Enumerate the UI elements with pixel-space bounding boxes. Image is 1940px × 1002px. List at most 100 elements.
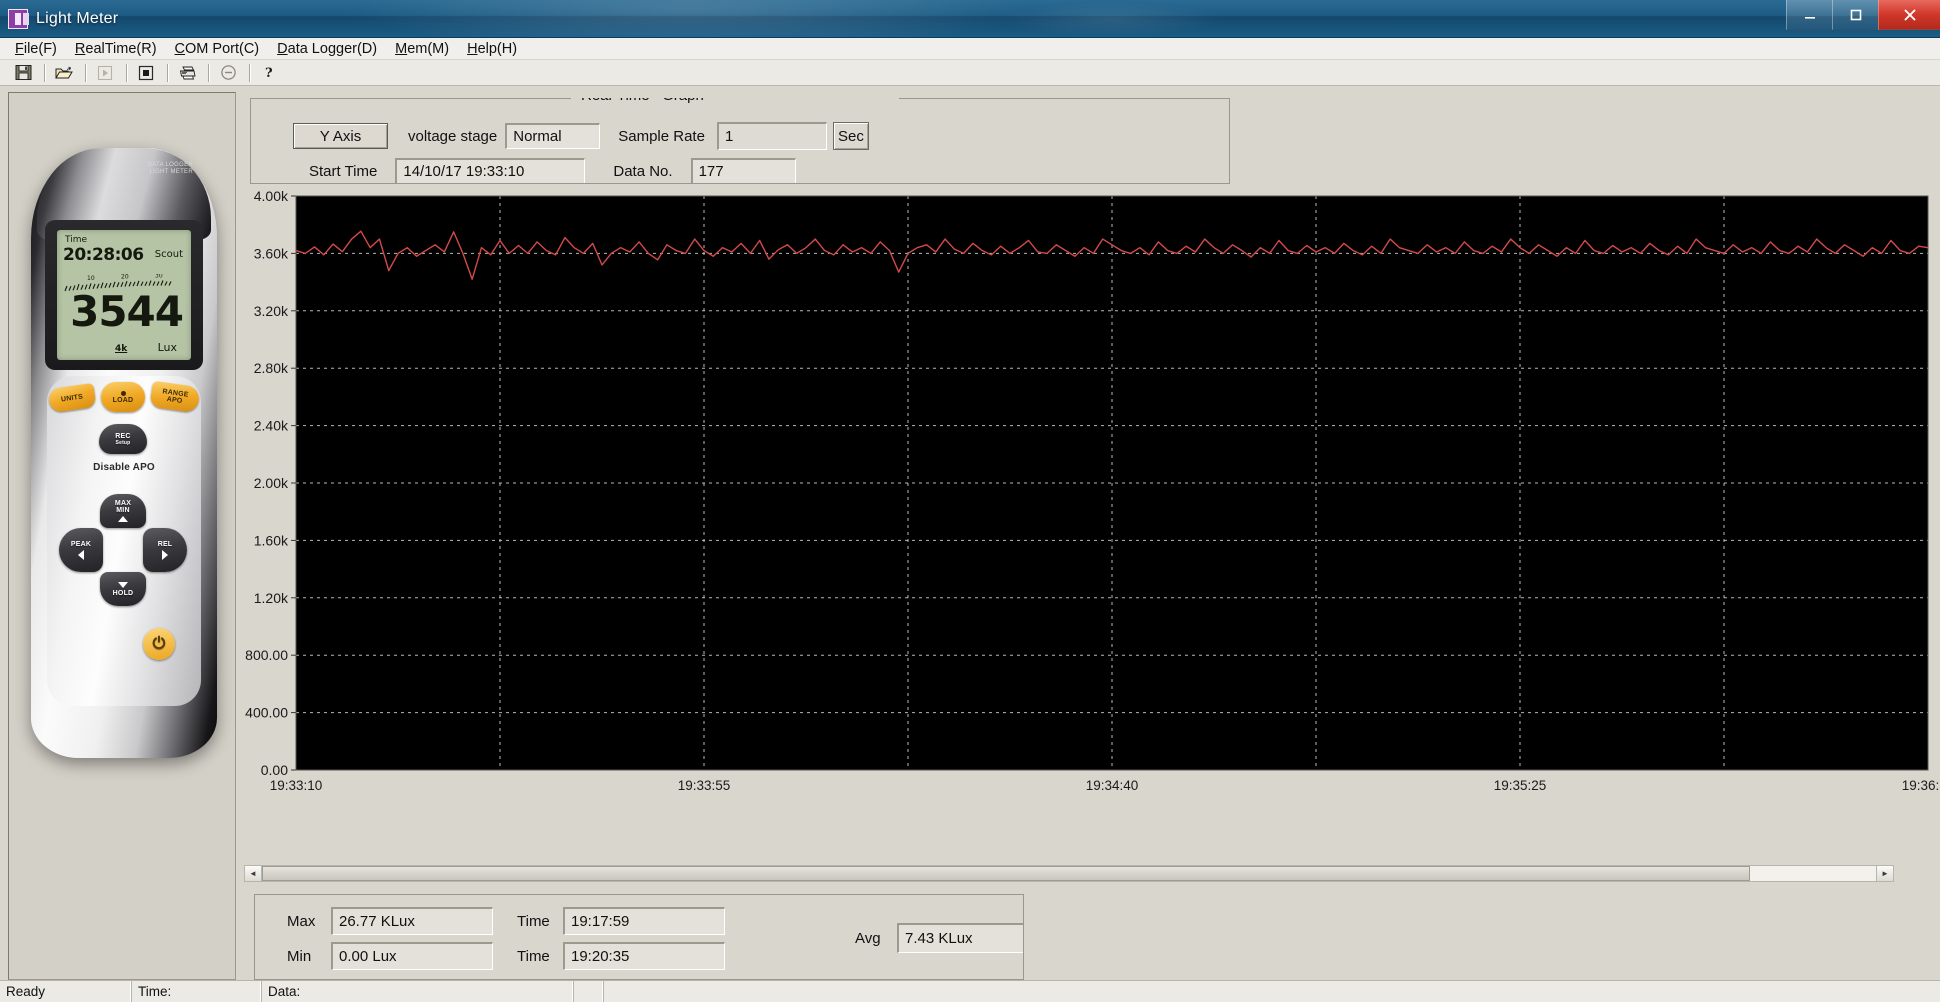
- voltage-stage-label: voltage stage: [408, 127, 498, 145]
- data-no-label: Data No.: [613, 162, 673, 180]
- range-apo-key[interactable]: RANGE APO: [149, 380, 201, 414]
- maxmin-key-label-bottom: MIN: [116, 507, 130, 514]
- menu-item-mem[interactable]: Mem(M): [386, 39, 458, 59]
- menu-item-realtime[interactable]: RealTime(R): [66, 39, 166, 59]
- power-key[interactable]: ⏻: [143, 628, 175, 660]
- device-keypad: UNITS LOAD RANGE APO REC Setup Disable A…: [47, 376, 201, 706]
- status-bar: Ready Time: Data:: [0, 980, 1940, 1002]
- menu-label-datalogger: ata Logger(D): [287, 40, 378, 57]
- settings-row-2: Start Time 14/10/17 19:33:10 Data No. 17…: [251, 158, 1229, 183]
- toolbar-separator: [208, 63, 209, 82]
- scroll-right-arrow[interactable]: ►: [1876, 866, 1893, 881]
- menu-bar: File(F) RealTime(R) COM Port(C) Data Log…: [0, 38, 1940, 60]
- peak-key[interactable]: PEAK: [59, 528, 103, 572]
- scroll-thumb[interactable]: [262, 866, 1751, 881]
- realtime-chart: 0.00 400.00 800.00 1.20k 1.60k 2.00k 2.40k 2.80…: [240, 190, 1940, 863]
- stop-icon[interactable]: [133, 62, 159, 84]
- zoom-out-icon[interactable]: [215, 62, 241, 84]
- chart-horizontal-scrollbar[interactable]: ◄ ►: [244, 865, 1894, 882]
- sample-rate-field[interactable]: 1: [716, 122, 827, 150]
- menu-item-help[interactable]: Help(H): [458, 39, 526, 59]
- menu-label-realtime: ealTime(R): [85, 40, 157, 57]
- device-image-panel: DATA LOGGER LIGHT METER Time 20:28:06 Sc…: [8, 92, 236, 980]
- svg-text:1.60k: 1.60k: [254, 532, 289, 548]
- status-time: Time:: [132, 981, 262, 1002]
- rel-key-label: REL: [157, 540, 173, 548]
- lcd-bezel: Time 20:28:06 Scout 10 20 30 3544 4k Lux: [45, 220, 203, 370]
- rel-key[interactable]: REL: [143, 528, 187, 572]
- load-key[interactable]: LOAD: [101, 382, 145, 412]
- sample-rate-unit-button[interactable]: Sec: [832, 122, 869, 150]
- svg-text:19:34:40: 19:34:40: [1086, 778, 1139, 793]
- max-time-label: Time: [517, 912, 550, 930]
- units-key-label: UNITS: [60, 393, 84, 403]
- lcd-time-value: 20:28:06: [63, 245, 144, 265]
- svg-text:20: 20: [121, 274, 129, 281]
- scroll-track[interactable]: [262, 866, 1876, 881]
- svg-text:19:35:25: 19:35:25: [1494, 778, 1547, 793]
- open-folder-icon[interactable]: [51, 62, 77, 84]
- start-time-field[interactable]: 14/10/17 19:33:10: [395, 158, 586, 183]
- minimize-button[interactable]: [1786, 0, 1832, 30]
- svg-text:2.00k: 2.00k: [254, 475, 289, 491]
- settings-row-1: Y Axis voltage stage Normal Sample Rate …: [251, 122, 1229, 150]
- menu-label-mem: em(M): [407, 40, 450, 57]
- status-spacer-1: [574, 981, 604, 1002]
- max-label: Max: [287, 912, 316, 930]
- avg-value-field[interactable]: 7.43 KLux: [897, 923, 1023, 953]
- voltage-stage-field[interactable]: Normal: [505, 123, 601, 149]
- close-button[interactable]: [1878, 0, 1940, 30]
- svg-text:1.20k: 1.20k: [254, 590, 289, 606]
- menu-item-file[interactable]: File(F): [6, 39, 66, 59]
- min-time-field[interactable]: 19:20:35: [563, 942, 725, 970]
- menu-item-comport[interactable]: COM Port(C): [166, 39, 269, 59]
- menu-label-comport: OM Port(C): [185, 40, 260, 57]
- data-no-field[interactable]: 177: [690, 158, 796, 183]
- svg-text:2.80k: 2.80k: [254, 360, 289, 376]
- application-window: Light Meter File(F) RealTime(R) COM Port…: [0, 0, 1940, 1002]
- stats-avg: Avg 7.43 KLux: [855, 923, 1023, 953]
- svg-text:4.00k: 4.00k: [254, 190, 289, 204]
- down-arrow-icon: [118, 581, 128, 588]
- help-icon[interactable]: ?: [256, 62, 282, 84]
- toolbar-separator: [44, 63, 45, 82]
- svg-text:800.00: 800.00: [245, 647, 288, 663]
- max-value-field[interactable]: 26.77 KLux: [331, 907, 493, 935]
- title-bar: Light Meter: [0, 0, 1940, 38]
- svg-text:19:33:10: 19:33:10: [270, 778, 323, 793]
- min-value-field[interactable]: 0.00 Lux: [331, 942, 493, 970]
- groupbox-top-border: [251, 98, 1229, 99]
- max-min-key[interactable]: MAX MIN: [100, 494, 146, 528]
- avg-label: Avg: [855, 929, 881, 947]
- lcd-time-label: Time: [65, 235, 88, 245]
- up-arrow-icon: [118, 516, 128, 522]
- toolbar: ?: [0, 60, 1940, 86]
- status-spacer-2: [604, 981, 1940, 1002]
- svg-text:10: 10: [87, 275, 95, 282]
- units-key[interactable]: UNITS: [47, 382, 97, 414]
- hold-key[interactable]: HOLD: [100, 572, 146, 606]
- max-time-field[interactable]: 19:17:59: [563, 907, 725, 935]
- menu-label-file: ile(F): [23, 40, 57, 57]
- svg-text:400.00: 400.00: [245, 705, 288, 721]
- svg-text:3.20k: 3.20k: [254, 303, 289, 319]
- menu-item-datalogger[interactable]: Data Logger(D): [268, 39, 386, 59]
- scroll-left-arrow[interactable]: ◄: [245, 866, 262, 881]
- brand-line-1: DATA LOGGER: [147, 162, 193, 168]
- statistics-group: Max 26.77 KLux Time 19:17:59 Min 0.00 Lu…: [254, 894, 1024, 980]
- lcd-mode-label: Scout: [154, 249, 183, 260]
- svg-text:19:36:10: 19:36:10: [1902, 778, 1940, 793]
- rec-setup-key[interactable]: REC Setup: [99, 424, 147, 454]
- svg-text:?: ?: [265, 66, 273, 81]
- lcd-display: Time 20:28:06 Scout 10 20 30 3544 4k Lux: [57, 230, 191, 360]
- print-icon[interactable]: [174, 62, 200, 84]
- save-icon[interactable]: [10, 62, 36, 84]
- left-arrow-icon: [78, 549, 84, 560]
- maximize-button[interactable]: [1832, 0, 1878, 30]
- disable-apo-label: Disable APO: [93, 462, 155, 473]
- play-icon[interactable]: [92, 62, 118, 84]
- maxmin-key-label-top: MAX: [114, 500, 132, 507]
- chart-canvas[interactable]: 0.00 400.00 800.00 1.20k 1.60k 2.00k 2.40k 2.80…: [240, 190, 1940, 810]
- lcd-range-indicator: 4k: [115, 344, 128, 354]
- y-axis-button[interactable]: Y Axis: [293, 123, 388, 149]
